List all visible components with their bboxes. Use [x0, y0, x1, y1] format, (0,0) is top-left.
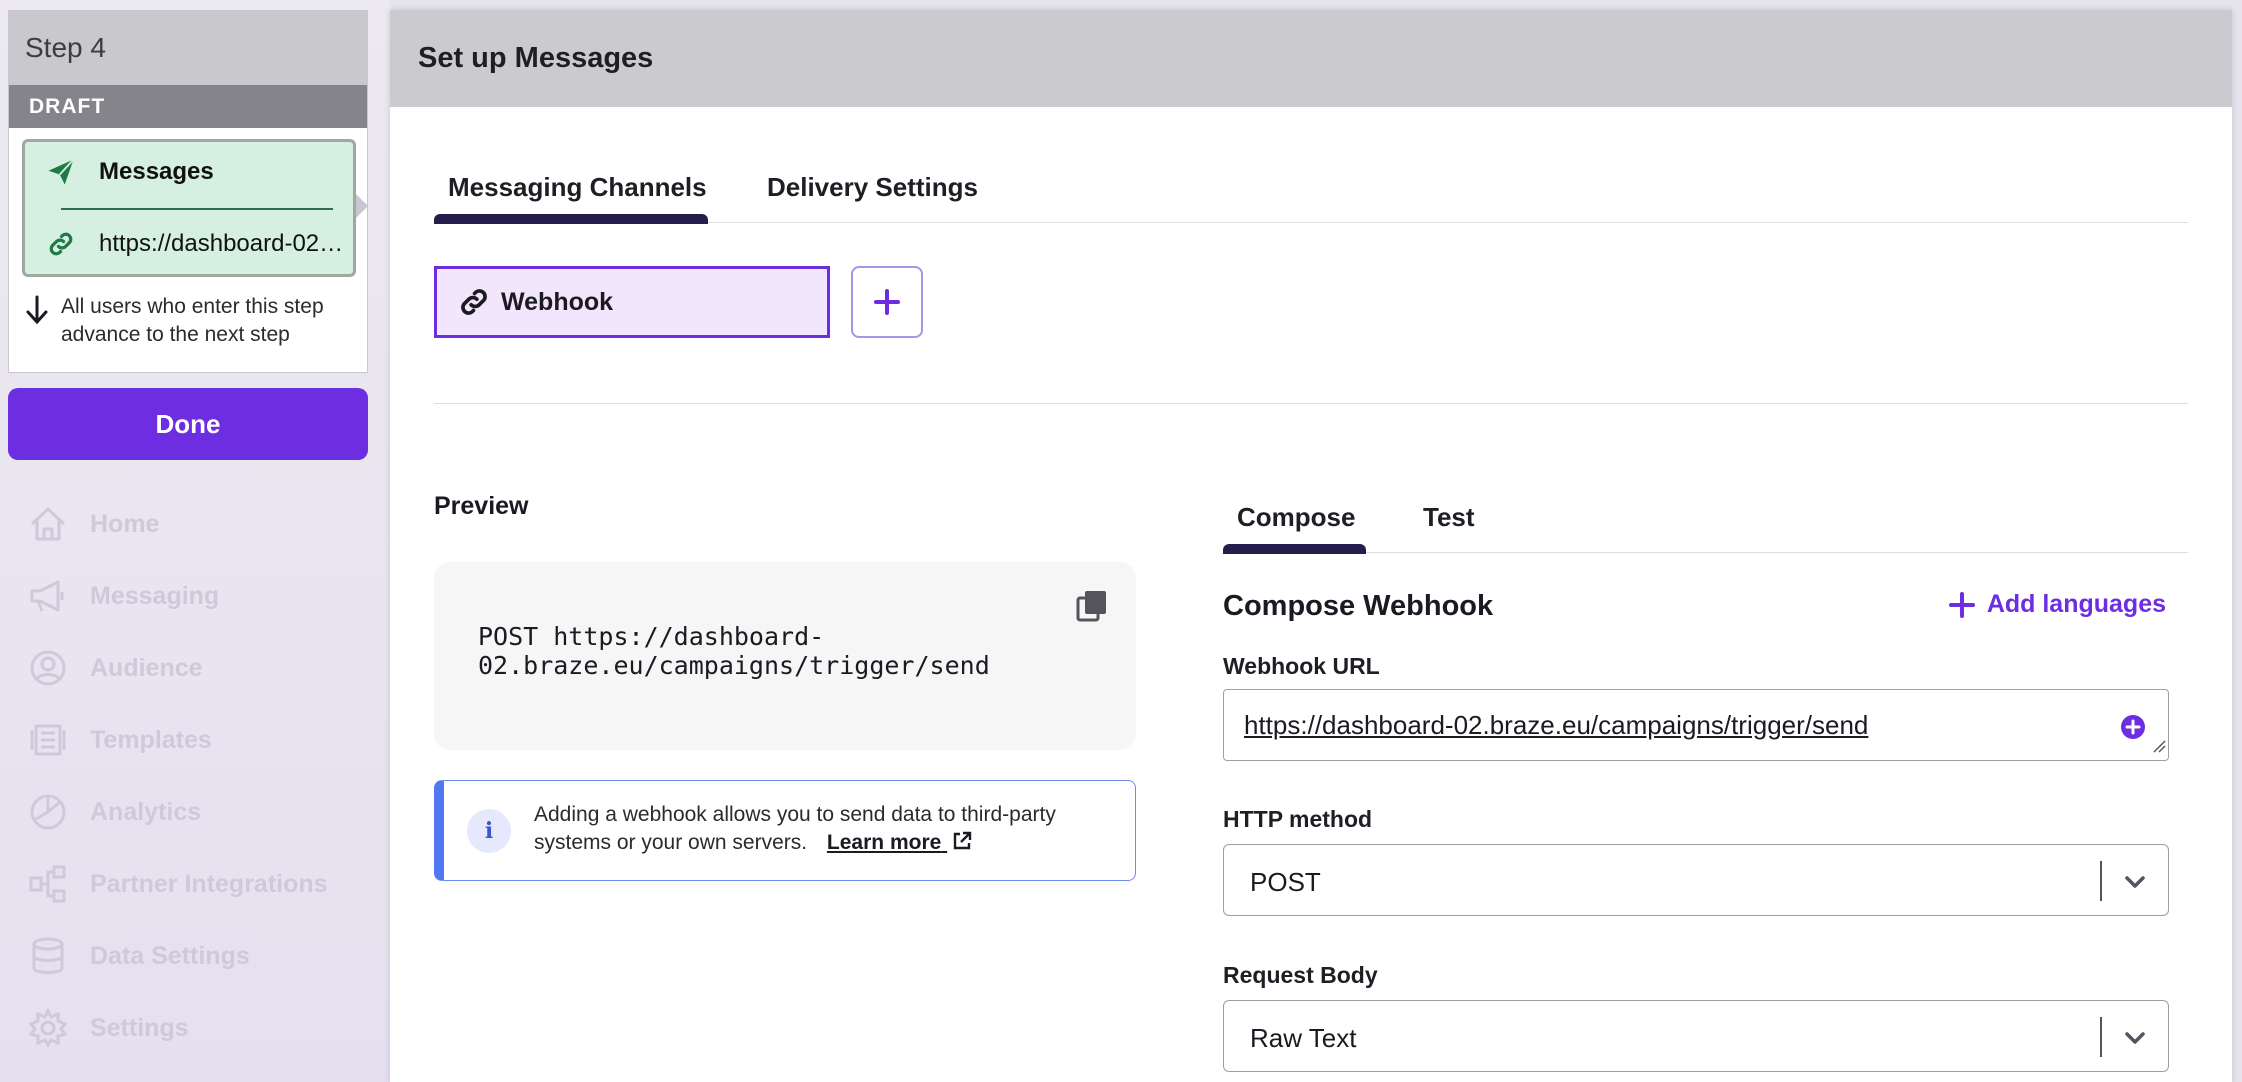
webhook-url-field[interactable]: https://dashboard-02.braze.eu/campaigns/…: [1223, 689, 2169, 761]
gear-icon: [26, 1006, 70, 1050]
panel-title: Set up Messages: [390, 10, 2232, 107]
preview-title: Preview: [434, 492, 529, 520]
plus-icon: [874, 289, 900, 315]
step-divider: [61, 208, 333, 210]
nav-item-messaging[interactable]: Messaging: [26, 560, 328, 632]
select-divider: [2100, 1017, 2102, 1057]
info-icon: i: [467, 809, 511, 853]
tab-delivery-settings[interactable]: Delivery Settings: [767, 150, 1007, 223]
insert-personalization-icon[interactable]: [2120, 714, 2146, 745]
main-nav: Home Messaging Audience Templates Analyt…: [26, 488, 328, 1064]
nav-item-settings[interactable]: Settings: [26, 992, 328, 1064]
learn-more-link[interactable]: Learn more: [827, 831, 973, 854]
templates-icon: [26, 718, 70, 762]
step-messages-label: Messages: [99, 158, 214, 185]
tab-label: Test: [1423, 502, 1475, 532]
setup-messages-panel: Set up Messages Messaging Channels Deliv…: [390, 10, 2232, 1082]
nav-label: Settings: [90, 1013, 189, 1042]
http-method-value: POST: [1250, 867, 1321, 897]
nav-item-templates[interactable]: Templates: [26, 704, 328, 776]
active-tab-indicator: [434, 214, 708, 224]
step-status-badge: DRAFT: [9, 85, 367, 128]
preview-box: POST https://dashboard- 02.braze.eu/camp…: [434, 562, 1136, 750]
nav-label: Messaging: [90, 581, 220, 610]
nav-item-data-settings[interactable]: Data Settings: [26, 920, 328, 992]
nav-label: Audience: [90, 653, 203, 682]
info-text: Adding a webhook allows you to send data…: [534, 801, 1134, 857]
preview-code-line: 02.braze.eu/campaigns/trigger/send: [478, 651, 990, 680]
step-advance-text: All users who enter this step advance to…: [61, 295, 324, 346]
chevron-down-icon: [2122, 869, 2148, 900]
link-icon: [43, 226, 79, 262]
arrow-down-icon: [23, 293, 51, 349]
nav-item-home[interactable]: Home: [26, 488, 328, 560]
step-advance-info: All users who enter this step advance to…: [23, 293, 353, 349]
user-circle-icon: [26, 646, 70, 690]
add-channel-button[interactable]: [851, 266, 923, 338]
sidebar: Step 4 DRAFT Messages https://dashboard-…: [0, 0, 390, 1082]
tab-label: Compose: [1237, 502, 1356, 532]
tab-label: Messaging Channels: [448, 172, 707, 202]
channel-webhook-button[interactable]: Webhook: [434, 266, 830, 338]
step-title: Step 4: [9, 11, 367, 85]
tab-compose[interactable]: Compose: [1223, 480, 1366, 554]
step-webhook-row: https://dashboard-02.braze.eu/campaigns/…: [25, 218, 353, 270]
channel-webhook-label: Webhook: [501, 287, 614, 316]
learn-more-label: Learn more: [826, 831, 942, 854]
megaphone-icon: [26, 574, 70, 618]
nav-item-analytics[interactable]: Analytics: [26, 776, 328, 848]
add-languages-label: Add languages: [1986, 590, 2166, 618]
pie-chart-icon: [26, 790, 70, 834]
copy-icon[interactable]: [1074, 588, 1110, 629]
request-body-value: Raw Text: [1250, 1023, 1357, 1053]
tab-label: Delivery Settings: [767, 172, 978, 202]
webhook-url-value: https://dashboard-02.braze.eu/campaigns/…: [1244, 710, 1869, 740]
compose-tabs: Compose Test: [1223, 480, 2188, 554]
request-body-select[interactable]: Raw Text: [1223, 1000, 2169, 1072]
external-link-icon: [953, 831, 972, 850]
home-icon: [26, 502, 70, 546]
nav-item-partner-integrations[interactable]: Partner Integrations: [26, 848, 328, 920]
plus-icon: [1948, 591, 1975, 618]
step-card[interactable]: Step 4 DRAFT Messages https://dashboard-…: [8, 10, 368, 373]
compose-webhook-title: Compose Webhook: [1223, 590, 1494, 622]
nav-label: Analytics: [90, 797, 202, 826]
preview-code-line: POST https://dashboard-: [478, 622, 825, 651]
resize-handle-icon[interactable]: [2152, 739, 2166, 758]
request-body-label: Request Body: [1223, 962, 1378, 988]
info-message: Adding a webhook allows you to send data…: [534, 803, 1056, 854]
chevron-down-icon: [2122, 1025, 2148, 1056]
nav-label: Partner Integrations: [90, 869, 328, 898]
nav-label: Home: [90, 509, 160, 538]
step-webhook-url: https://dashboard-02.braze.eu/campaigns/…: [99, 230, 349, 257]
link-icon: [461, 289, 487, 315]
http-method-label: HTTP method: [1223, 806, 1373, 832]
active-tab-indicator: [1223, 544, 1366, 554]
select-divider: [2100, 861, 2102, 901]
http-method-select[interactable]: POST: [1223, 844, 2169, 916]
nav-label: Data Settings: [90, 941, 250, 970]
panel-tabs: Messaging Channels Delivery Settings: [434, 150, 2188, 224]
step-messages-summary[interactable]: Messages https://dashboard-02.braze.eu/c…: [22, 139, 356, 277]
tab-test[interactable]: Test: [1423, 480, 1503, 553]
tab-messaging-channels[interactable]: Messaging Channels: [434, 150, 722, 224]
database-icon: [26, 934, 70, 978]
preview-code: POST https://dashboard- 02.braze.eu/camp…: [478, 622, 1038, 680]
nav-label: Templates: [90, 725, 212, 754]
info-callout: i Adding a webhook allows you to send da…: [434, 780, 1136, 881]
webhook-url-label: Webhook URL: [1223, 653, 1380, 679]
section-divider: [434, 403, 2188, 404]
add-languages-button[interactable]: Add languages: [1948, 590, 2166, 619]
paper-plane-icon: [43, 154, 79, 190]
step-messages-row: Messages: [25, 142, 353, 202]
done-button[interactable]: Done: [8, 388, 368, 460]
step-connector-caret: [356, 194, 368, 218]
nav-item-audience[interactable]: Audience: [26, 632, 328, 704]
integrations-icon: [26, 862, 70, 906]
